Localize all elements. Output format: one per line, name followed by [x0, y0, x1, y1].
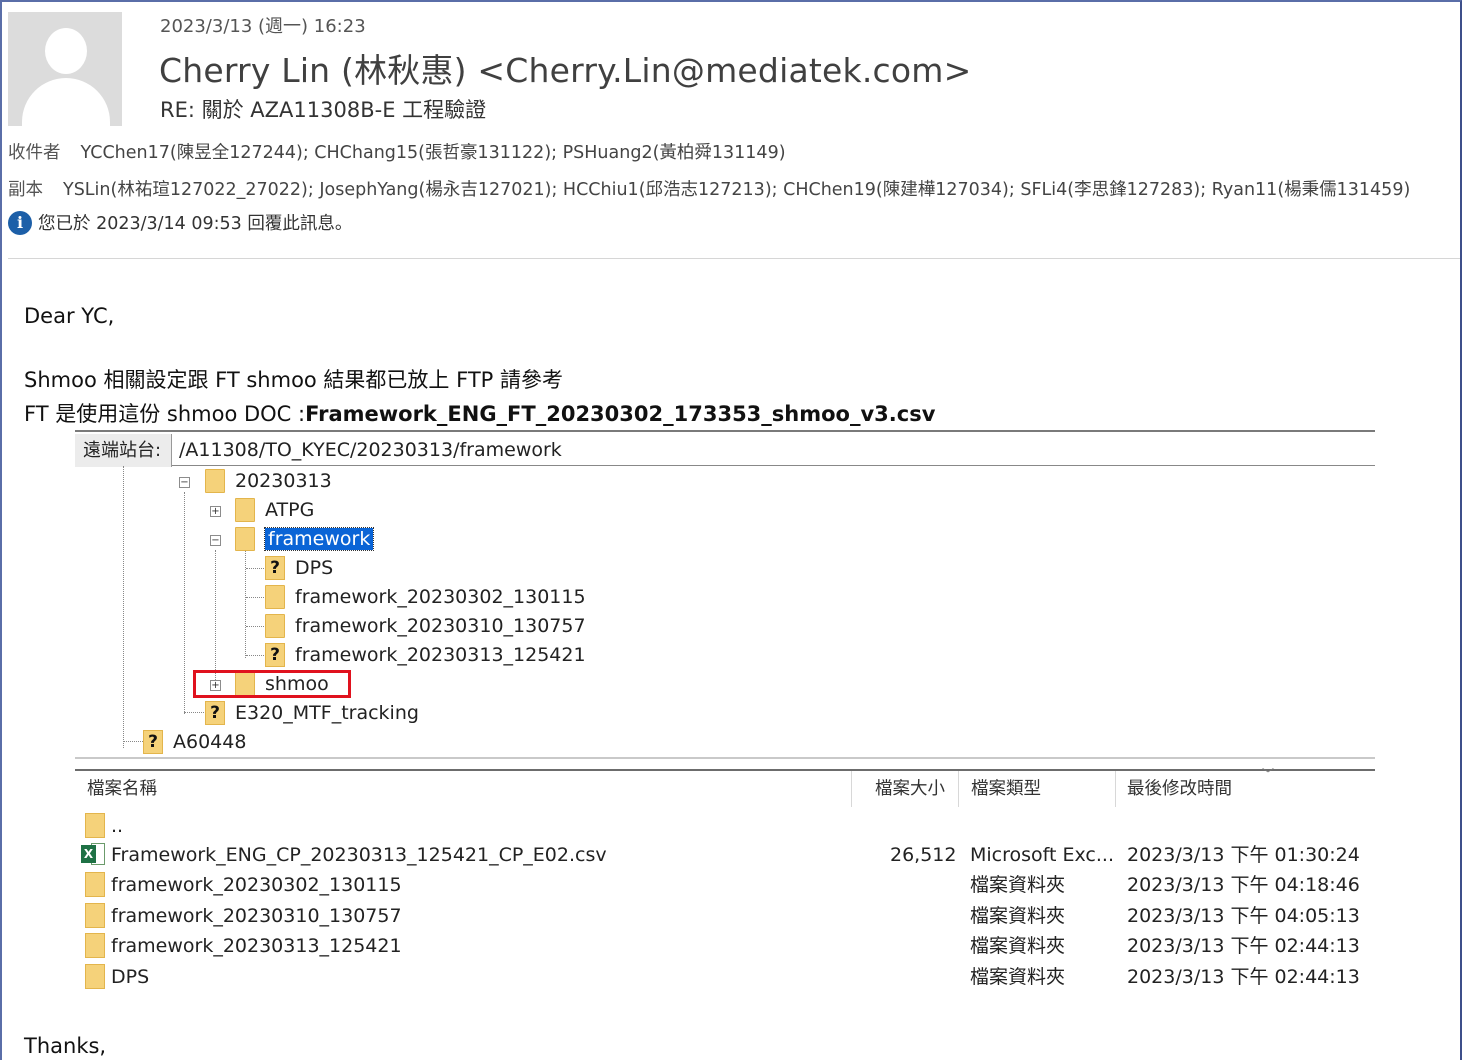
- folder-icon: [85, 813, 105, 838]
- tree-item-label: E320_MTF_tracking: [235, 702, 419, 724]
- folder-icon: [265, 614, 285, 638]
- expand-toggle-icon[interactable]: +: [210, 506, 221, 517]
- tree-item-a60448[interactable]: ? A60448: [143, 729, 246, 755]
- question-folder-icon: ?: [265, 643, 285, 667]
- to-recipients[interactable]: YCChen17(陳昱全127244); CHChang15(張哲豪131122…: [81, 143, 786, 163]
- file-type: 檔案資料夾: [970, 874, 1066, 896]
- sent-date: 2023/3/13 (週一) 16:23: [160, 16, 366, 37]
- file-row[interactable]: framework_20230310_130757 檔案資料夾 2023/3/1…: [75, 901, 1375, 931]
- file-row[interactable]: ..: [75, 811, 1375, 841]
- pane-splitter[interactable]: [75, 757, 1375, 771]
- reply-info-bar[interactable]: i 您已於 2023/3/14 09:53 回覆此訊息。: [8, 210, 352, 235]
- file-modified: 2023/3/13 下午 02:44:13: [1127, 966, 1360, 988]
- folder-icon: [85, 872, 105, 897]
- tree-item-label: framework_20230310_130757: [295, 615, 586, 637]
- remote-site-path: /A11308/TO_KYEC/20230313/framework: [179, 439, 562, 461]
- tree-item-label: ATPG: [265, 499, 315, 521]
- tree-item-atpg[interactable]: ATPG: [235, 497, 314, 523]
- file-row[interactable]: framework_20230302_130115 檔案資料夾 2023/3/1…: [75, 870, 1375, 900]
- folder-icon: [85, 964, 105, 989]
- tree-item-dps[interactable]: ? DPS: [265, 555, 333, 581]
- tree-item-label: framework_20230313_125421: [295, 644, 586, 666]
- tree-item-framework-20230310[interactable]: framework_20230310_130757: [265, 613, 586, 639]
- tree-item-20230313[interactable]: 20230313: [205, 468, 332, 494]
- reply-info-text: 您已於 2023/3/14 09:53 回覆此訊息。: [38, 214, 353, 234]
- body-line-1: Shmoo 相關設定跟 FT shmoo 結果都已放上 FTP 請參考: [24, 368, 563, 392]
- tree-item-framework[interactable]: framework: [235, 526, 375, 552]
- greeting: Dear YC,: [24, 304, 115, 328]
- file-size: 26,512: [890, 844, 957, 866]
- collapse-toggle-icon[interactable]: −: [210, 535, 221, 546]
- column-header-modified[interactable]: 最後修改時間: [1127, 771, 1232, 807]
- cc-label: 副本: [8, 180, 43, 200]
- body-line-2: FT 是使用這份 shmoo DOC :Framework_ENG_FT_202…: [24, 398, 935, 428]
- to-row: 收件者 YCChen17(陳昱全127244); CHChang15(張哲豪131…: [8, 139, 786, 164]
- file-name: framework_20230310_130757: [111, 905, 402, 927]
- tree-item-label: framework_20230302_130115: [295, 586, 586, 608]
- file-type: 檔案資料夾: [970, 905, 1066, 927]
- column-header-name[interactable]: 檔案名稱: [87, 771, 157, 807]
- folder-icon: [235, 498, 255, 522]
- body-line-2-prefix: FT 是使用這份 shmoo DOC :: [24, 402, 306, 426]
- file-row[interactable]: framework_20230313_125421 檔案資料夾 2023/3/1…: [75, 931, 1375, 961]
- excel-icon: X: [81, 843, 107, 866]
- tree-item-label: DPS: [295, 557, 334, 579]
- tree-item-framework-20230302[interactable]: framework_20230302_130115: [265, 584, 586, 610]
- shmoo-highlight-box: [193, 670, 351, 698]
- file-type: 檔案資料夾: [970, 935, 1066, 957]
- sort-chevron-icon[interactable]: ﹀: [1262, 765, 1274, 782]
- file-modified: 2023/3/13 下午 02:44:13: [1127, 935, 1360, 957]
- column-header-type[interactable]: 檔案類型: [971, 771, 1041, 807]
- folder-icon: [85, 933, 105, 958]
- directory-tree: − 20230313 + ATPG − framework ? DPS frame…: [75, 466, 1375, 760]
- to-label: 收件者: [8, 143, 61, 163]
- cc-recipients[interactable]: YSLin(林祐瑄127022_27022); JosephYang(楊永吉12…: [63, 180, 1410, 200]
- file-name: ..: [111, 815, 124, 837]
- sender-name[interactable]: Cherry Lin (林秋惠) <Cherry.Lin@mediatek.co…: [159, 44, 971, 92]
- header-divider: [8, 258, 1460, 259]
- cc-row: 副本 YSLin(林祐瑄127022_27022); JosephYang(楊永吉…: [8, 176, 1410, 201]
- tree-item-e320-mtf-tracking[interactable]: ? E320_MTF_tracking: [205, 700, 419, 726]
- tree-item-framework-20230313[interactable]: ? framework_20230313_125421: [265, 642, 586, 668]
- tree-item-label: A60448: [173, 731, 247, 753]
- file-modified: 2023/3/13 下午 01:30:24: [1127, 844, 1360, 866]
- column-header-size[interactable]: 檔案大小: [875, 771, 945, 807]
- file-name: framework_20230313_125421: [111, 935, 402, 957]
- info-icon: i: [8, 210, 32, 235]
- file-modified: 2023/3/13 下午 04:18:46: [1127, 874, 1360, 896]
- file-name: DPS: [111, 966, 150, 988]
- folder-icon: [205, 469, 225, 493]
- remote-site-label: 遠端站台:: [75, 434, 172, 467]
- file-row[interactable]: X Framework_ENG_CP_20230313_125421_CP_E0…: [75, 840, 1375, 870]
- folder-icon: [85, 903, 105, 928]
- file-list: 檔案名稱 檔案大小 檔案類型 最後修改時間 ﹀ .. X Framework_E…: [75, 767, 1375, 1003]
- tree-item-label: framework: [263, 527, 375, 551]
- closing-text: Thanks,: [24, 1034, 107, 1058]
- remote-site-bar: 遠端站台: /A11308/TO_KYEC/20230313/framework: [75, 430, 1375, 467]
- file-type: 檔案資料夾: [970, 966, 1066, 988]
- shmoo-doc-filename: Framework_ENG_FT_20230302_173353_shmoo_v…: [305, 402, 936, 426]
- file-name: Framework_ENG_CP_20230313_125421_CP_E02.…: [111, 844, 607, 866]
- question-folder-icon: ?: [205, 701, 225, 725]
- folder-icon: [265, 585, 285, 609]
- folder-icon: [235, 527, 255, 551]
- sender-avatar: [8, 12, 122, 126]
- file-modified: 2023/3/13 下午 04:05:13: [1127, 905, 1360, 927]
- subject-line: RE: 關於 AZA11308B-E 工程驗證: [160, 98, 487, 122]
- question-folder-icon: ?: [143, 730, 163, 754]
- tree-item-label: 20230313: [235, 470, 332, 492]
- file-name: framework_20230302_130115: [111, 874, 402, 896]
- collapse-toggle-icon[interactable]: −: [179, 477, 190, 488]
- file-row[interactable]: DPS 檔案資料夾 2023/3/13 下午 02:44:13: [75, 962, 1375, 992]
- question-folder-icon: ?: [265, 556, 285, 580]
- file-type: Microsoft Exc...: [970, 844, 1114, 866]
